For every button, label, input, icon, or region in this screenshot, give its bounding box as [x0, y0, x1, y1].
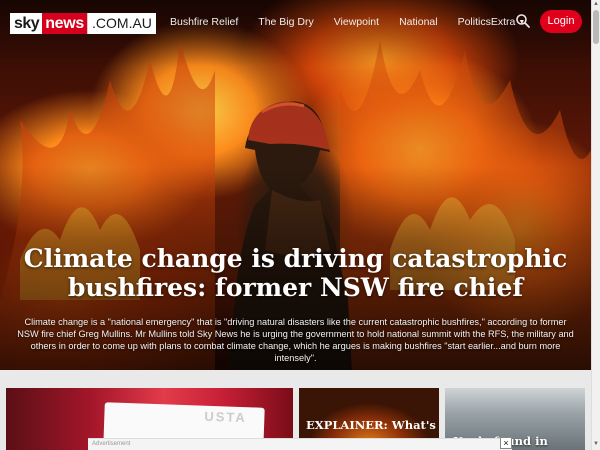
- nav-link-the-big-dry[interactable]: The Big Dry: [258, 15, 313, 30]
- scroll-down-arrow-icon[interactable]: ▼: [593, 441, 599, 447]
- scrollbar[interactable]: ▲ ▼: [591, 0, 600, 450]
- hero-headline-line-2[interactable]: bushfires: former NSW fire chief: [20, 273, 571, 302]
- hero-summary: Climate change is a "national emergency"…: [17, 317, 574, 363]
- hero-headline-line-1[interactable]: Climate change is driving catastrophic: [20, 244, 571, 273]
- top-navigation: sky news .COM.AU Bushfire Relief The Big…: [0, 0, 591, 44]
- nav-link-bushfire-relief[interactable]: Bushfire Relief: [170, 15, 238, 30]
- search-button[interactable]: [515, 13, 531, 29]
- logo-sky: sky: [10, 13, 43, 34]
- card-image-text: USTA: [204, 408, 248, 426]
- ad-label: Advertisement: [92, 441, 131, 447]
- close-icon[interactable]: ×: [500, 437, 512, 449]
- nav-link-politics[interactable]: Politics: [458, 16, 491, 28]
- search-icon[interactable]: [515, 13, 531, 29]
- scroll-thumb[interactable]: [593, 10, 599, 44]
- nav-link-national[interactable]: National: [399, 15, 438, 30]
- advertisement-bar: Advertisement: [88, 438, 512, 450]
- hero-headline[interactable]: Climate change is driving catastrophic b…: [20, 244, 571, 302]
- scroll-up-arrow-icon[interactable]: ▲: [593, 1, 599, 7]
- hero-overlay: [0, 0, 591, 370]
- nav-link-extra[interactable]: Extra: [491, 16, 516, 28]
- story-card-2-title[interactable]: EXPLAINER: What's: [306, 418, 436, 432]
- logo-domain: .COM.AU: [87, 13, 156, 34]
- login-button[interactable]: Login: [540, 10, 582, 33]
- story-card-2-title-line-1[interactable]: EXPLAINER: What's: [306, 418, 436, 432]
- nav-links: Bushfire Relief The Big Dry Viewpoint Na…: [170, 15, 545, 30]
- hero-section[interactable]: Climate change is driving catastrophic b…: [0, 0, 591, 370]
- logo-news: news: [42, 13, 88, 34]
- nav-link-viewpoint[interactable]: Viewpoint: [334, 15, 379, 30]
- sky-news-logo[interactable]: sky news .COM.AU: [10, 13, 156, 34]
